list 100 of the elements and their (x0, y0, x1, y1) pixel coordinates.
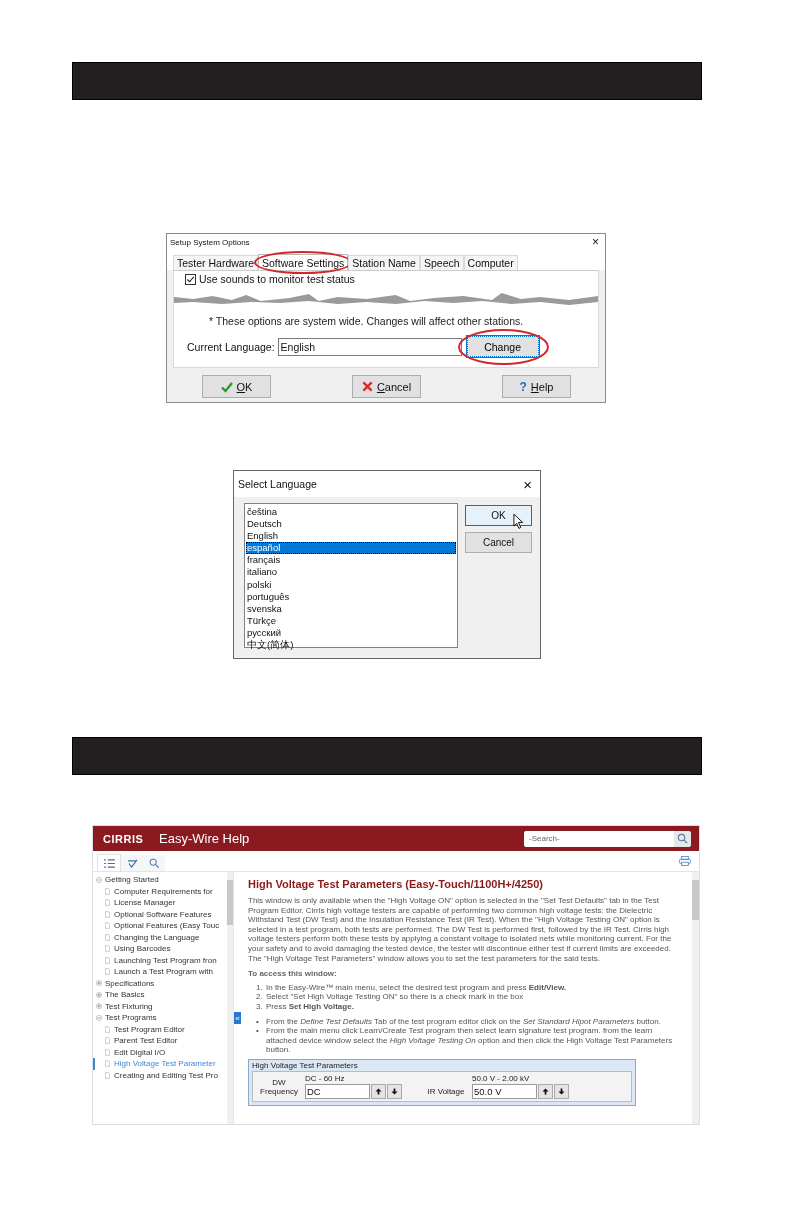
value-field[interactable]: DC (305, 1083, 370, 1099)
bullet-mark: • (256, 1016, 260, 1027)
article-title: High Voltage Test Parameters (Easy-Touch/1100H+/4250) (248, 878, 544, 891)
dialog-button[interactable]: OK (465, 505, 532, 526)
change-button[interactable]: Change (466, 336, 539, 357)
tree-item[interactable]: Test Fixturing (93, 1000, 227, 1012)
search-field[interactable]: -Search- (524, 830, 674, 847)
tree-item[interactable]: Test Program Editor (93, 1023, 227, 1035)
note-text: * These options are system wide. Changes will affect other stations. (208, 315, 525, 327)
tree-item[interactable]: Launching Test Program fron (93, 954, 227, 966)
tab[interactable]: Computer (463, 255, 518, 270)
tree-item[interactable]: Launch a Test Program with (93, 966, 227, 978)
dialog-button[interactable]: Cancel (465, 532, 532, 553)
search-icon (149, 858, 159, 868)
printer-icon[interactable] (679, 856, 691, 866)
list-item[interactable]: italiano (246, 566, 456, 579)
cross-icon (361, 381, 373, 392)
subheading: To access this window: (248, 969, 338, 979)
help-icon: ? (519, 379, 527, 394)
logo: CIRRIS (103, 832, 145, 845)
scrollbar[interactable] (227, 872, 233, 1124)
dialog-button[interactable]: Cancel (352, 375, 421, 398)
dialog-button[interactable]: OK (202, 375, 271, 398)
tree-item[interactable]: License Manager (93, 897, 227, 909)
list-item[interactable]: Deutsch (246, 518, 456, 531)
list-item[interactable]: français (246, 554, 456, 567)
tree-item[interactable]: Getting Started (93, 874, 227, 886)
checkmark-icon (126, 858, 138, 868)
index-tab[interactable] (121, 855, 143, 871)
step-number: 1. (256, 982, 264, 993)
step-text: Select "Set High Voltage Testing ON" so there is a check mark in the box (266, 992, 524, 1002)
up-arrow-icon (375, 1087, 382, 1095)
step-text: Press Set High Voltage. (266, 1001, 354, 1012)
window-title: High Voltage Test Parameters (252, 1059, 359, 1071)
tree-item[interactable]: Computer Requirements for (93, 885, 227, 897)
checkbox[interactable] (185, 273, 196, 285)
search-button[interactable] (674, 830, 691, 847)
down-arrow-icon (558, 1087, 565, 1095)
range-hint: 50.0 V - 2.00 kV (472, 1073, 531, 1084)
value-field[interactable]: 50.0 V (472, 1083, 537, 1099)
list-icon (103, 858, 115, 868)
increase-button[interactable] (371, 1083, 386, 1099)
expander-icon (96, 980, 102, 987)
expander-icon (96, 1003, 102, 1010)
tree-item[interactable]: Parent Test Editor (93, 1035, 227, 1047)
dialog-button[interactable]: ? Help (502, 375, 571, 398)
list-item[interactable]: português (246, 590, 456, 603)
bullet-text: From the Define Test Defaults Tab of the test program editor click on the Set Standard Hipot Parameters button. (266, 1016, 661, 1027)
paragraph: This window is only available when the "High Voltage ON" option is selected in the "Set Test Defaults" tab in the Test Program Editor. Cirris high voltage testers are capable of performing two common high voltage tests: the Dielectric Withstand Test (DW Test) and the Insulation Resistance Test (IR Test). When the "High Voltage Testing ON" option is selected in a test program, both tests are performed. The DW Test is performed first, followed by the IR Test. Cirris high voltage testers perform both these tests by applying a constant voltage to isolated nets while monitoring current. For the your safety and to avoid damaging the tested device, the tester will discontinue either test if current limits are exceeded. The "High Voltage Test Parameters" window allows you to set the test parameters for the said tests. (248, 896, 673, 964)
list-item[interactable]: Türkçe (246, 614, 456, 627)
checkbox-label: Use sounds to monitor test status (199, 273, 355, 285)
list-item[interactable]: English (246, 530, 456, 543)
down-arrow-icon (391, 1087, 398, 1095)
bullet-mark: • (256, 1026, 260, 1038)
tree-item[interactable]: Optional Software Features (93, 908, 227, 920)
window-title: Setup System Options (170, 237, 250, 247)
language-field[interactable]: English (277, 337, 462, 356)
range-hint: DC - 60 Hz (305, 1073, 346, 1084)
tab[interactable]: Speech (419, 255, 464, 270)
expander-icon (96, 991, 102, 998)
list-item[interactable]: русский (246, 626, 456, 640)
list-item[interactable]: español (246, 542, 456, 555)
scrollbar[interactable] (692, 872, 699, 1124)
tree-item[interactable]: Creating and Editing Test Pro (93, 1069, 227, 1081)
close-button[interactable]: × (523, 475, 532, 493)
list-item[interactable]: polski (246, 578, 456, 591)
tree-item[interactable]: Optional Features (Easy Touc (93, 920, 227, 932)
decrease-button[interactable] (554, 1083, 569, 1099)
app-title: Easy-Wire Help (159, 831, 250, 846)
collapse-handle[interactable]: « (234, 1012, 241, 1024)
tree-item[interactable]: Test Programs (93, 1012, 227, 1024)
list-item[interactable]: 中文(简体) (246, 639, 456, 652)
field-label: IR Voltage (426, 1086, 466, 1096)
step-text: In the Easy-Wire™ main menu, select the desired test program and press Edit/View. (266, 982, 567, 993)
search-tab[interactable] (143, 855, 165, 871)
field-label: DW Frequency (259, 1077, 299, 1096)
up-arrow-icon (542, 1087, 549, 1095)
expander-icon (96, 1014, 102, 1021)
tree-item[interactable]: Specifications (93, 977, 227, 989)
tab[interactable]: Tester Hardware (173, 255, 259, 270)
decrease-button[interactable] (387, 1083, 402, 1099)
list-item[interactable]: čeština (246, 506, 456, 519)
tree-item[interactable]: Using Barcodes (93, 943, 227, 955)
tree-item[interactable]: Changing the Language (93, 931, 227, 943)
expander-icon (96, 876, 102, 883)
list-item[interactable]: svenska (246, 602, 456, 615)
tree-item[interactable]: Edit Digital I/O (93, 1046, 227, 1058)
bullet-text: From the main menu click Learn/Create Test program then select learn signature test program. from the learn attached device window select the High Voltage Testing On option and then click the High Voltage Test Parameters button. (266, 1026, 674, 1055)
tree-item[interactable]: The Basics (93, 989, 227, 1001)
tab[interactable]: Station Name (348, 255, 420, 270)
tree-item[interactable]: High Voltage Test Parameter (93, 1058, 227, 1070)
window-title: Select Language (238, 478, 317, 490)
mouse-pointer-icon (513, 513, 524, 530)
close-button[interactable]: × (592, 235, 599, 249)
check-icon (220, 380, 233, 393)
step-number: 3. (256, 1001, 264, 1012)
increase-button[interactable] (538, 1083, 553, 1099)
field-label: Current Language: (187, 340, 275, 353)
step-number: 2. (256, 992, 264, 1002)
contents-tab[interactable] (97, 854, 121, 871)
